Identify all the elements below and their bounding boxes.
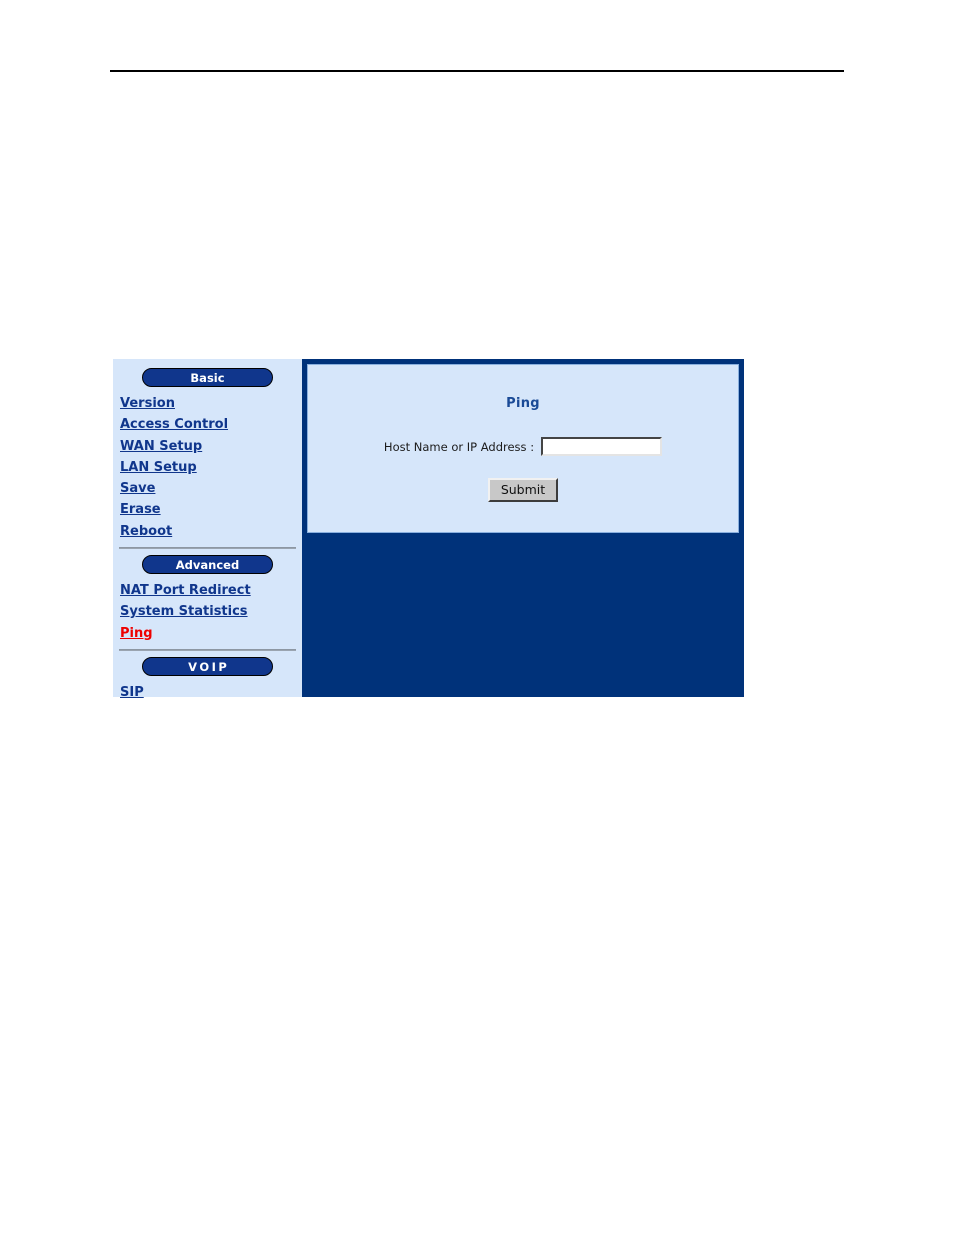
- sidebar-item-wan-setup: WAN Setup: [120, 435, 302, 456]
- sidebar-item-system-statistics: System Statistics: [120, 600, 302, 621]
- sidebar-link-nat-port-redirect[interactable]: NAT Port Redirect: [120, 581, 251, 600]
- sidebar-group-header-advanced[interactable]: Advanced: [142, 555, 273, 575]
- sidebar-list-basic: Version Access Control WAN Setup LAN Set…: [113, 387, 302, 541]
- sidebar-list-advanced: NAT Port Redirect System Statistics Ping: [113, 574, 302, 643]
- sidebar-item-sip: SIP: [120, 681, 302, 702]
- sidebar-item-access-control: Access Control: [120, 413, 302, 434]
- ping-form-row: Host Name or IP Address :: [308, 411, 738, 456]
- sidebar-link-save[interactable]: Save: [120, 479, 155, 498]
- sidebar-item-nat-port-redirect: NAT Port Redirect: [120, 579, 302, 600]
- sidebar-navigation: Basic Version Access Control WAN Setup L…: [113, 359, 302, 700]
- sidebar-group-voip: VOIP: [113, 651, 302, 676]
- sidebar-group-header-basic[interactable]: Basic: [142, 368, 273, 387]
- sidebar-item-reboot: Reboot: [120, 520, 302, 541]
- sidebar-link-system-statistics[interactable]: System Statistics: [120, 602, 248, 621]
- sidebar-list-voip: SIP: [113, 676, 302, 702]
- sidebar-link-sip[interactable]: SIP: [120, 683, 144, 702]
- sidebar-item-save: Save: [120, 477, 302, 498]
- host-name-label: Host Name or IP Address :: [383, 439, 535, 454]
- sidebar-link-reboot[interactable]: Reboot: [120, 522, 172, 541]
- submit-button[interactable]: Submit: [487, 478, 559, 502]
- page-header-rule: [110, 70, 844, 72]
- sidebar-link-access-control[interactable]: Access Control: [120, 415, 228, 434]
- sidebar-item-version: Version: [120, 392, 302, 413]
- sidebar-group-header-voip[interactable]: VOIP: [142, 656, 273, 676]
- router-web-ui-frame: Basic Version Access Control WAN Setup L…: [113, 359, 744, 700]
- sidebar-group-advanced: Advanced: [113, 549, 302, 575]
- sidebar-link-version[interactable]: Version: [120, 394, 175, 413]
- sidebar-item-erase: Erase: [120, 498, 302, 519]
- sidebar-link-ping[interactable]: Ping: [120, 624, 153, 643]
- sidebar-item-lan-setup: LAN Setup: [120, 456, 302, 477]
- page-title: Ping: [506, 396, 540, 411]
- ping-panel: Ping Host Name or IP Address : Submit: [307, 364, 739, 533]
- sidebar-link-erase[interactable]: Erase: [120, 500, 161, 519]
- sidebar-item-ping: Ping: [120, 622, 302, 643]
- sidebar-link-lan-setup[interactable]: LAN Setup: [120, 458, 197, 477]
- sidebar-link-wan-setup[interactable]: WAN Setup: [120, 437, 202, 456]
- host-name-input[interactable]: [541, 437, 663, 456]
- sidebar-group-basic: Basic: [113, 359, 302, 387]
- submit-row: Submit: [308, 456, 738, 502]
- main-content-shell: Ping Host Name or IP Address : Submit: [302, 359, 744, 697]
